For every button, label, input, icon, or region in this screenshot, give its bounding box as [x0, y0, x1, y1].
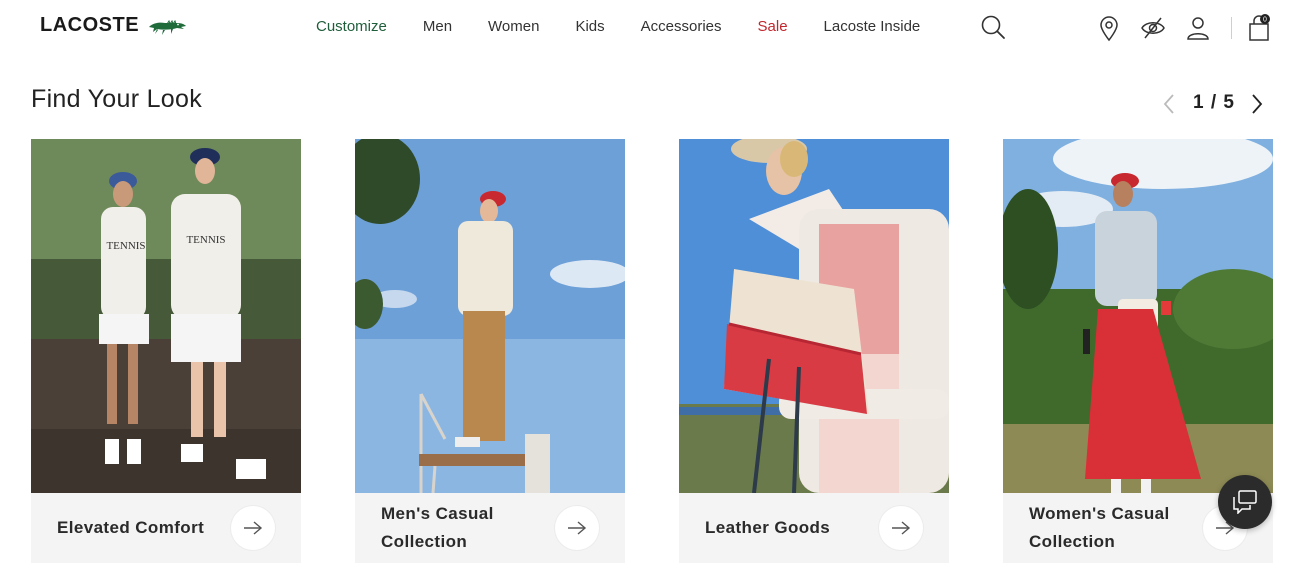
carousel-pager: 1 / 5	[1160, 90, 1270, 118]
lacoste-logo[interactable]: LACOSTE	[40, 14, 187, 37]
section-title: Find Your Look	[31, 85, 202, 113]
look-card-mens-casual[interactable]: Men's Casual Collection	[355, 139, 625, 563]
chat-icon	[1233, 490, 1257, 514]
chevron-left-icon[interactable]	[1160, 92, 1178, 116]
arrow-right-icon	[568, 521, 587, 535]
card-arrow-button[interactable]	[555, 506, 599, 550]
card-footer: Leather Goods	[679, 493, 949, 563]
card-title: Leather Goods	[705, 518, 831, 537]
nav-kids[interactable]: Kids	[575, 18, 604, 35]
chat-button[interactable]	[1218, 475, 1272, 529]
account-icon[interactable]	[1185, 14, 1211, 42]
look-image	[679, 139, 949, 493]
logo-text: LACOSTE	[40, 14, 140, 36]
search-icon[interactable]	[980, 14, 1006, 40]
nav-women[interactable]: Women	[488, 18, 539, 35]
pager-count: 1 / 5	[1193, 92, 1235, 113]
nav-sale[interactable]: Sale	[758, 18, 788, 35]
nav-customize[interactable]: Customize	[316, 18, 387, 35]
nav-men[interactable]: Men	[423, 18, 452, 35]
card-title: Men's Casual Collection	[381, 504, 494, 551]
card-footer: Elevated Comfort	[31, 493, 301, 563]
bag-count: 0	[1263, 17, 1267, 24]
chevron-right-icon[interactable]	[1248, 92, 1266, 116]
arrow-right-icon	[892, 521, 911, 535]
bag-icon[interactable]: 0	[1246, 14, 1272, 42]
look-image: TENNIS TENNIS	[31, 139, 301, 493]
arrow-right-icon	[244, 521, 263, 535]
card-footer: Men's Casual Collection	[355, 493, 625, 563]
card-title: Women's Casual Collection	[1029, 504, 1170, 551]
svg-text:TENNIS: TENNIS	[186, 234, 225, 246]
card-arrow-button[interactable]	[879, 506, 923, 550]
look-card-leather-goods[interactable]: Leather Goods	[679, 139, 949, 563]
store-locator-icon[interactable]	[1096, 14, 1122, 42]
card-arrow-button[interactable]	[231, 506, 275, 550]
look-image	[355, 139, 625, 493]
site-header: LACOSTE Customize Men Women Kids Accesso…	[0, 0, 1299, 56]
icon-divider	[1231, 17, 1232, 39]
svg-text:TENNIS: TENNIS	[106, 240, 145, 252]
accessibility-icon[interactable]	[1140, 14, 1166, 42]
look-card-elevated-comfort[interactable]: TENNIS TENNIS Elevated Comfort	[31, 139, 301, 563]
crocodile-icon	[149, 19, 187, 35]
nav-lacoste-inside[interactable]: Lacoste Inside	[824, 18, 921, 35]
main-nav: Customize Men Women Kids Accessories Sal…	[316, 18, 956, 35]
nav-accessories[interactable]: Accessories	[641, 18, 722, 35]
card-title: Elevated Comfort	[57, 518, 205, 537]
look-image	[1003, 139, 1273, 493]
